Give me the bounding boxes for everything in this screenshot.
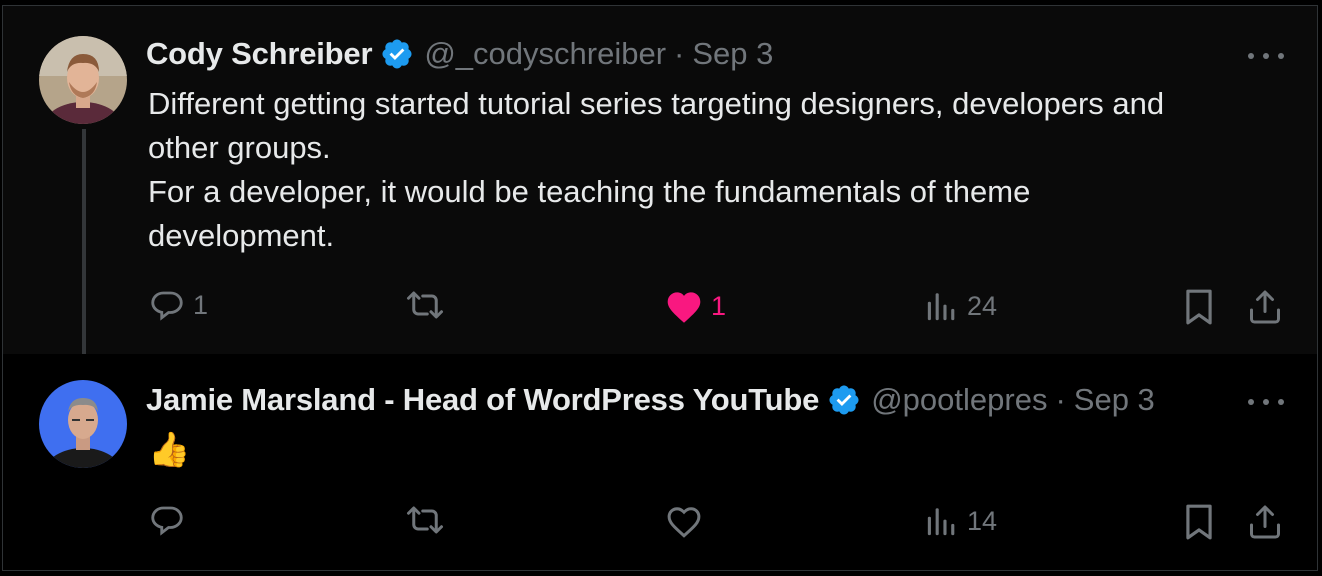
- tweet-text: Different getting started tutorial serie…: [148, 82, 1288, 258]
- share-icon: [1247, 288, 1283, 326]
- bookmark-button[interactable]: [1183, 288, 1215, 326]
- verified-badge-icon[interactable]: [380, 37, 414, 71]
- retweet-button[interactable]: [404, 502, 446, 538]
- retweet-icon: [404, 502, 446, 538]
- retweet-icon: [404, 287, 446, 323]
- tweet-date[interactable]: Sep 3: [692, 34, 773, 74]
- heart-icon: [665, 503, 703, 539]
- bookmark-icon: [1183, 503, 1215, 541]
- like-count: 1: [711, 290, 727, 321]
- views-count: 24: [967, 290, 998, 321]
- bookmark-icon: [1183, 288, 1215, 326]
- avatar-cody[interactable]: [39, 36, 127, 124]
- tweet-text-line: development.: [148, 218, 335, 253]
- reply-button[interactable]: [149, 502, 185, 538]
- share-icon: [1247, 503, 1283, 541]
- author-name[interactable]: Cody Schreiber: [146, 34, 373, 74]
- bookmark-button[interactable]: [1183, 503, 1215, 541]
- tweet-date[interactable]: Sep 3: [1074, 380, 1155, 420]
- like-button[interactable]: 1: [665, 288, 726, 324]
- reply-button[interactable]: 1: [149, 287, 208, 323]
- thread-connector: [82, 129, 86, 369]
- more-icon[interactable]: [1248, 49, 1284, 63]
- tweet-text-line: For a developer, it would be teaching th…: [148, 174, 1031, 209]
- share-button[interactable]: [1247, 288, 1283, 326]
- author-handle[interactable]: @pootlepres: [871, 380, 1047, 420]
- tweet-header: Cody Schreiber @_codyschreiber · Sep 3: [146, 34, 773, 74]
- tweet-text: 👍: [148, 428, 1288, 472]
- views-button[interactable]: 14: [925, 503, 997, 539]
- more-icon[interactable]: [1248, 395, 1284, 409]
- tweet-header: Jamie Marsland - Head of WordPress YouTu…: [146, 380, 1155, 420]
- like-button[interactable]: [665, 503, 703, 539]
- author-name[interactable]: Jamie Marsland - Head of WordPress YouTu…: [146, 380, 819, 420]
- reply-icon: [149, 502, 185, 538]
- header-separator: ·: [674, 36, 685, 71]
- heart-filled-icon: [665, 288, 703, 324]
- conversation-thread: Cody Schreiber @_codyschreiber · Sep 3 D…: [2, 5, 1318, 571]
- author-handle[interactable]: @_codyschreiber: [424, 34, 666, 74]
- views-button[interactable]: 24: [925, 288, 997, 324]
- views-icon: [925, 288, 959, 324]
- thumbs-up-emoji: 👍: [148, 431, 191, 469]
- reply-count: 1: [193, 289, 209, 320]
- retweet-button[interactable]: [404, 287, 446, 323]
- header-separator: ·: [1055, 382, 1066, 417]
- tweet-jamie[interactable]: Jamie Marsland - Head of WordPress YouTu…: [3, 354, 1317, 568]
- avatar-jamie[interactable]: [39, 380, 127, 468]
- views-icon: [925, 503, 959, 539]
- verified-badge-icon[interactable]: [827, 383, 861, 417]
- share-button[interactable]: [1247, 503, 1283, 541]
- tweet-text-line: other groups.: [148, 130, 331, 165]
- tweet-cody[interactable]: Cody Schreiber @_codyschreiber · Sep 3 D…: [3, 6, 1317, 369]
- views-count: 14: [967, 505, 998, 536]
- tweet-text-line: Different getting started tutorial serie…: [148, 86, 1165, 121]
- reply-icon: [149, 287, 185, 323]
